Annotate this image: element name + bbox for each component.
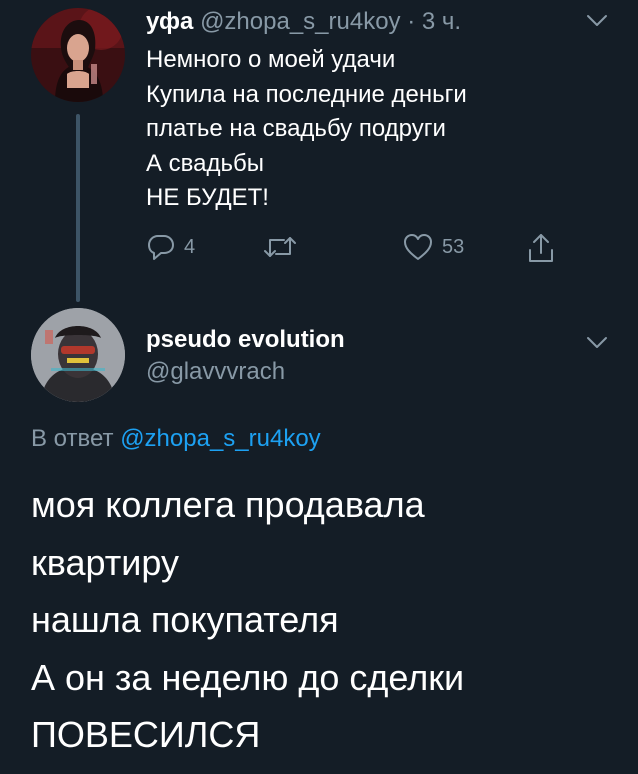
avatar-reply[interactable] <box>31 308 125 402</box>
reply-icon <box>148 235 174 260</box>
chevron-down-icon[interactable] <box>586 336 608 350</box>
parent-tweet-header: уфа @zhopa_s_ru4koy · 3 ч. <box>146 7 461 37</box>
tweet-line: А свадьбы <box>146 149 265 177</box>
share-icon <box>529 234 553 262</box>
tweet-line: моя коллега продавала <box>31 484 425 525</box>
tweet-line: платье на свадьбу подруги <box>146 115 446 142</box>
reply-tweet-text: моя коллега продавала квартиру нашла пок… <box>31 476 464 764</box>
reply-to-mention-link[interactable]: @zhopa_s_ru4koy <box>120 425 320 452</box>
parent-tweet-actions: 4 53 <box>146 232 586 266</box>
reply-to-label: В ответ <box>31 425 114 452</box>
thread-connector-line <box>76 114 80 302</box>
replying-to: В ответ @zhopa_s_ru4koy <box>31 424 321 454</box>
tweet-line: НЕ БУДЕТ! <box>146 184 269 211</box>
parent-timestamp[interactable]: 3 ч. <box>422 8 461 35</box>
parent-display-name[interactable]: уфа <box>146 8 193 35</box>
parent-tweet-text: Немного о моей удачи Купила на последние… <box>146 43 467 216</box>
tweet-line: ПОВЕСИЛСЯ <box>31 714 261 755</box>
tweet-line: нашла покупателя <box>31 599 339 640</box>
like-button[interactable]: 53 <box>402 232 464 262</box>
retweet-icon <box>264 237 296 257</box>
tweet-line: Купила на последние деньги <box>146 80 467 108</box>
tweet-thread: уфа @zhopa_s_ru4koy · 3 ч. Немного о мое… <box>0 0 638 774</box>
tweet-line: Немного о моей удачи <box>146 46 396 73</box>
reply-display-name[interactable]: pseudo evolution <box>146 325 345 355</box>
reply-handle[interactable]: @glavvvrach <box>146 357 285 387</box>
reply-button[interactable]: 4 <box>146 232 195 262</box>
like-count: 53 <box>442 235 465 258</box>
tweet-line: А он за неделю до сделки <box>31 656 465 698</box>
chevron-down-icon[interactable] <box>586 14 608 28</box>
share-button[interactable] <box>526 232 556 264</box>
avatar-parent[interactable] <box>31 8 125 102</box>
retweet-button[interactable] <box>262 232 298 262</box>
tweet-line: квартиру <box>31 541 179 583</box>
reply-count: 4 <box>184 235 196 258</box>
header-separator: · <box>407 8 416 35</box>
parent-handle[interactable]: @zhopa_s_ru4koy <box>200 8 400 35</box>
heart-icon <box>404 234 432 260</box>
